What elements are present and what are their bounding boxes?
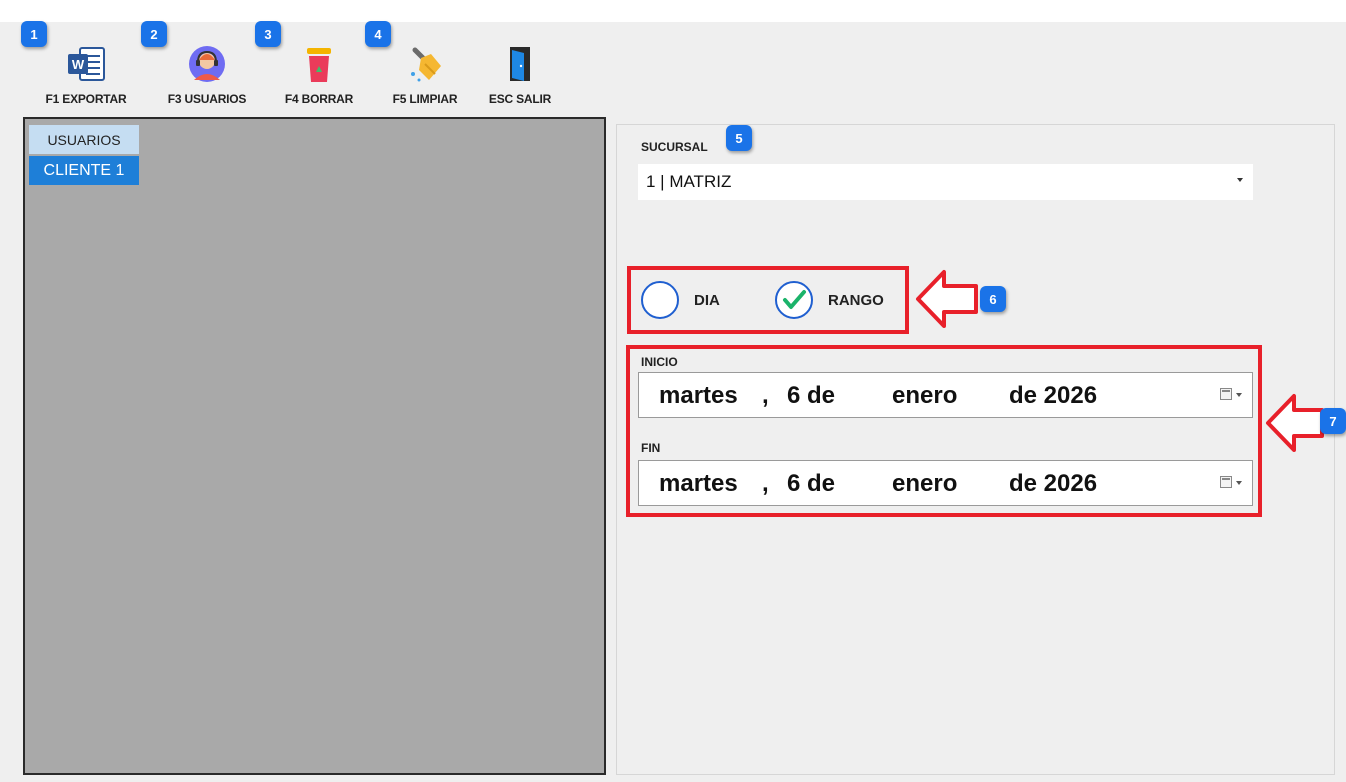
start-month: enero: [892, 382, 958, 409]
clear-button[interactable]: F5 LIMPIAR: [378, 44, 472, 108]
end-month: enero: [892, 470, 958, 497]
word-icon: W: [68, 47, 105, 81]
start-day: 6 de: [787, 382, 836, 409]
callout-badge-4: 4: [365, 21, 391, 47]
exit-door-icon: [510, 47, 530, 81]
radio-checked-icon: [775, 281, 813, 319]
end-separator: ,: [762, 470, 769, 497]
start-date-label: INICIO: [641, 355, 678, 369]
calendar-icon: [1220, 476, 1232, 488]
range-radio-label: RANGO: [828, 292, 884, 309]
start-weekday: martes: [659, 382, 738, 409]
callout-badge-3: 3: [255, 21, 281, 47]
svg-text:W: W: [72, 57, 85, 72]
delete-label: F4 BORRAR: [284, 92, 354, 106]
export-label: F1 EXPORTAR: [45, 92, 127, 106]
exit-label: ESC SALIR: [488, 92, 552, 106]
grid-row[interactable]: CLIENTE 1: [29, 156, 139, 185]
users-button[interactable]: F3 USUARIOS: [155, 44, 259, 108]
calendar-icon: [1220, 388, 1232, 400]
start-date-picker[interactable]: martes , 6 de enero de 2026: [638, 372, 1253, 418]
radio-unchecked-icon: [641, 281, 679, 319]
callout-arrow-icon: [1266, 394, 1324, 452]
export-button[interactable]: W F1 EXPORTAR: [36, 44, 136, 108]
start-separator: ,: [762, 382, 769, 409]
end-weekday: martes: [659, 470, 738, 497]
callout-badge-5: 5: [726, 125, 752, 151]
exit-button[interactable]: ESC SALIR: [480, 44, 560, 108]
users-label: F3 USUARIOS: [167, 92, 247, 106]
delete-button[interactable]: F4 BORRAR: [270, 44, 368, 108]
callout-badge-7: 7: [1320, 408, 1346, 434]
user-support-icon: [189, 46, 225, 82]
day-radio-label: DIA: [694, 292, 720, 309]
callout-arrow-icon: [916, 270, 978, 328]
end-date-label: FIN: [641, 441, 661, 455]
branch-select-value: 1 | MATRIZ: [646, 172, 732, 191]
branch-label: SUCURSAL: [641, 140, 708, 154]
callout-badge-6: 6: [980, 286, 1006, 312]
start-year: de 2026: [1009, 382, 1098, 409]
callout-badge-2: 2: [141, 21, 167, 47]
end-date-picker[interactable]: martes , 6 de enero de 2026: [638, 460, 1253, 506]
dropdown-arrow-icon: [1236, 393, 1242, 397]
range-radio[interactable]: RANGO: [775, 281, 900, 321]
end-day: 6 de: [787, 470, 836, 497]
end-year: de 2026: [1009, 470, 1098, 497]
day-radio[interactable]: DIA: [641, 281, 741, 321]
grid-column-header[interactable]: USUARIOS: [29, 125, 139, 154]
trash-bin-icon: [307, 48, 331, 82]
callout-badge-1: 1: [21, 21, 47, 47]
users-grid[interactable]: USUARIOS CLIENTE 1: [23, 117, 606, 775]
branch-select[interactable]: 1 | MATRIZ: [638, 164, 1253, 200]
dropdown-arrow-icon: [1237, 178, 1243, 182]
clear-label: F5 LIMPIAR: [392, 92, 458, 106]
broom-icon: [411, 47, 441, 82]
dropdown-arrow-icon: [1236, 481, 1242, 485]
